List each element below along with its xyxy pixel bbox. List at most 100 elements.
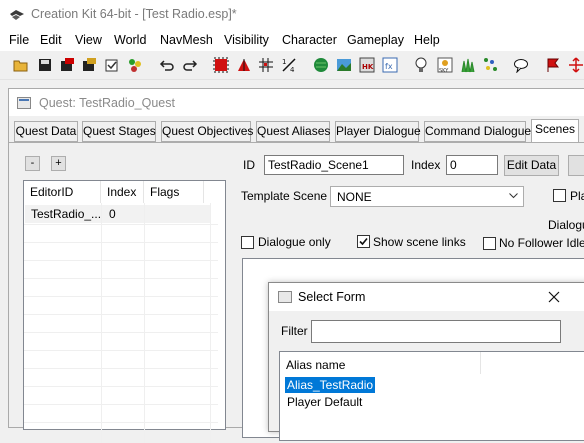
- filter-icon[interactable]: [127, 57, 143, 73]
- tab-command-dialogue[interactable]: Command Dialogue: [424, 121, 531, 142]
- menu-world[interactable]: World: [114, 33, 146, 47]
- window-icon: [278, 291, 292, 303]
- chevron-down-icon: [509, 193, 518, 199]
- dialogue-only-label: Dialogue only: [258, 235, 331, 249]
- list-item-selected[interactable]: Alias_TestRadio: [285, 377, 376, 393]
- remove-scene-button[interactable]: -: [25, 156, 40, 171]
- window-icon: [17, 97, 31, 109]
- scene-list[interactable]: EditorID Index Flags TestRadio_... 0: [23, 180, 226, 443]
- template-scene-label: Template Scene: [241, 189, 328, 203]
- menu-edit[interactable]: Edit: [40, 33, 62, 47]
- save-icon[interactable]: [37, 57, 53, 73]
- grid-line: [24, 332, 218, 333]
- column-header-index[interactable]: Index: [101, 181, 144, 203]
- grass-icon[interactable]: [460, 57, 476, 73]
- esp-save-icon[interactable]: [81, 57, 97, 73]
- close-icon[interactable]: [548, 291, 560, 303]
- menu-file[interactable]: File: [9, 33, 29, 47]
- no-follower-idle-label: No Follower Idle C: [499, 236, 584, 250]
- svg-text:SKY: SKY: [439, 68, 449, 73]
- tab-scenes[interactable]: Scenes: [531, 119, 579, 143]
- quest-window-title: Quest: TestRadio_Quest: [39, 96, 175, 110]
- redo-icon[interactable]: [182, 57, 198, 73]
- menu-bar: File Edit View World NavMesh Visibility …: [0, 30, 584, 51]
- edit-data-button[interactable]: Edit Data: [504, 155, 559, 176]
- index-label: Index: [411, 158, 441, 172]
- tab-player-dialogue[interactable]: Player Dialogue: [335, 121, 421, 142]
- alias-list[interactable]: Alias name Alias_TestRadio Player Defaul…: [279, 351, 584, 441]
- grid-line: [24, 422, 218, 423]
- havok-icon[interactable]: HK: [359, 57, 375, 73]
- table-row[interactable]: TestRadio_... 0: [25, 205, 211, 223]
- render-window-icon[interactable]: [213, 57, 229, 73]
- dialogue-only-checkbox[interactable]: [241, 236, 254, 249]
- grid-line: [24, 368, 218, 369]
- list-item[interactable]: Player Default: [287, 395, 362, 409]
- grid-line: [24, 386, 218, 387]
- sky-icon[interactable]: SKY: [437, 57, 453, 73]
- esp-icon[interactable]: [59, 57, 75, 73]
- tab-quest-objectives[interactable]: Quest Objectives: [161, 121, 253, 142]
- grid-line: [24, 224, 218, 225]
- quest-title-bar: Quest: TestRadio_Quest: [9, 89, 584, 116]
- speech-icon[interactable]: [513, 57, 529, 73]
- grid-line: [24, 296, 218, 297]
- grid-line: [24, 260, 218, 261]
- tab-quest-aliases[interactable]: Quest Aliases: [256, 121, 330, 142]
- svg-text:HK: HK: [362, 63, 374, 71]
- grid-line: [24, 350, 218, 351]
- select-form-title-bar: Select Form: [269, 283, 584, 311]
- template-scene-dropdown[interactable]: NONE: [330, 186, 524, 207]
- menu-gameplay[interactable]: Gameplay: [347, 33, 404, 47]
- column-header-alias-name[interactable]: Alias name: [286, 358, 345, 372]
- column-divider: [480, 352, 481, 374]
- select-form-title: Select Form: [298, 290, 366, 304]
- globe-icon[interactable]: [313, 57, 329, 73]
- snap-icon[interactable]: 14: [281, 57, 297, 73]
- grid-line: [101, 203, 102, 443]
- grid-line: [144, 203, 145, 443]
- show-scene-links-label: Show scene links: [373, 235, 466, 249]
- menu-character[interactable]: Character: [282, 33, 337, 47]
- tab-quest-stages[interactable]: Quest Stages: [82, 121, 156, 142]
- svg-text:fx: fx: [385, 62, 393, 71]
- pla-checkbox[interactable]: [553, 189, 566, 202]
- tab-divider: [9, 142, 584, 143]
- column-header-editorid[interactable]: EditorID: [24, 181, 101, 203]
- scene-index-field[interactable]: 0: [446, 155, 498, 175]
- app-title-bar: Creation Kit 64-bit - [Test Radio.esp]*: [0, 0, 584, 30]
- dots-icon[interactable]: [483, 57, 499, 73]
- light-icon[interactable]: [413, 57, 429, 73]
- triangle-icon[interactable]: [236, 57, 252, 73]
- menu-help[interactable]: Help: [414, 33, 440, 47]
- marker-icon[interactable]: [545, 57, 561, 73]
- show-scene-links-checkbox[interactable]: [357, 235, 370, 248]
- grid-icon[interactable]: [258, 57, 274, 73]
- check-icon[interactable]: [104, 57, 120, 73]
- column-header-flags[interactable]: Flags: [144, 181, 204, 203]
- checkmark-icon: [359, 237, 368, 246]
- no-follower-idle-checkbox[interactable]: [483, 237, 496, 250]
- row-editorid: TestRadio_...: [31, 207, 102, 221]
- id-label: ID: [243, 158, 255, 172]
- arrows-icon[interactable]: [568, 57, 584, 73]
- creation-kit-logo-icon: [10, 10, 24, 20]
- extra-button[interactable]: [568, 155, 584, 176]
- open-icon[interactable]: [13, 57, 29, 73]
- undo-icon[interactable]: [159, 57, 175, 73]
- grid-line: [24, 314, 218, 315]
- menu-navmesh[interactable]: NavMesh: [160, 33, 213, 47]
- filter-input[interactable]: [311, 320, 561, 343]
- fog-icon[interactable]: fx: [382, 57, 398, 73]
- scene-id-field[interactable]: TestRadio_Scene1: [264, 155, 404, 175]
- tab-quest-data[interactable]: Quest Data: [14, 121, 78, 142]
- landscape-icon[interactable]: [336, 57, 352, 73]
- svg-text:1: 1: [282, 58, 286, 66]
- menu-view[interactable]: View: [75, 33, 102, 47]
- svg-text:4: 4: [290, 66, 295, 73]
- menu-visibility[interactable]: Visibility: [224, 33, 269, 47]
- add-scene-button[interactable]: +: [51, 156, 66, 171]
- filter-label: Filter: [281, 324, 308, 338]
- select-form-dialog: Select Form Filter Alias name Alias_Test…: [268, 282, 584, 441]
- grid-line: [24, 404, 218, 405]
